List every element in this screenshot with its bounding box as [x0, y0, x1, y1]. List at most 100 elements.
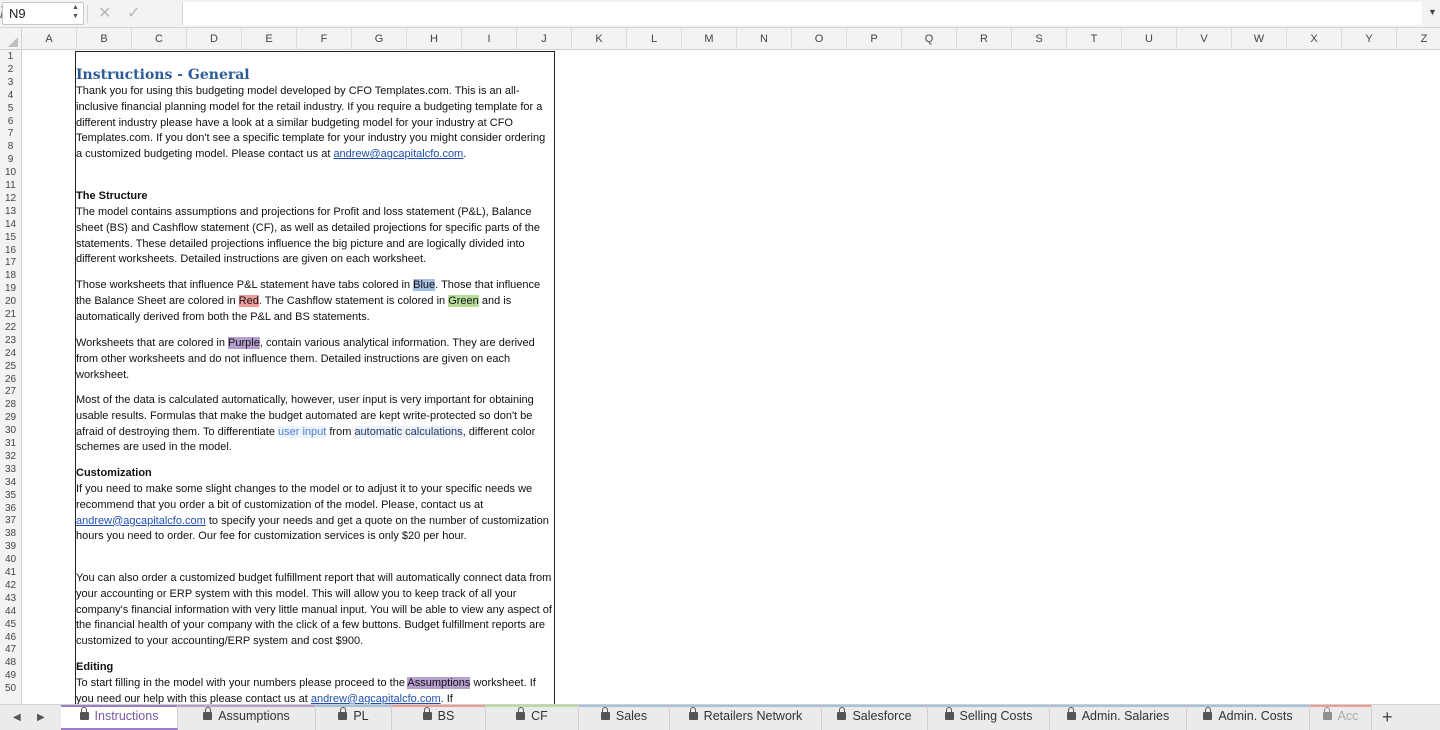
row-header-38[interactable]: 38: [0, 528, 21, 541]
row-header-6[interactable]: 6: [0, 116, 21, 129]
row-header-29[interactable]: 29: [0, 412, 21, 425]
column-header-t[interactable]: T: [1067, 28, 1122, 50]
cancel-icon[interactable]: ✕: [98, 3, 111, 23]
row-header-19[interactable]: 19: [0, 283, 21, 296]
column-header-a[interactable]: A: [22, 28, 77, 50]
row-header-16[interactable]: 16: [0, 245, 21, 258]
previous-sheet-icon[interactable]: ◀: [13, 712, 21, 723]
column-header-u[interactable]: U: [1122, 28, 1177, 50]
column-header-x[interactable]: X: [1287, 28, 1342, 50]
sheet-tab-admin-costs[interactable]: Admin. Costs: [1187, 705, 1310, 730]
row-header-43[interactable]: 43: [0, 593, 21, 606]
contact-email-link[interactable]: andrew@agcapitalcfo.com: [333, 148, 463, 160]
row-header-44[interactable]: 44: [0, 606, 21, 619]
row-header-37[interactable]: 37: [0, 515, 21, 528]
row-header-39[interactable]: 39: [0, 541, 21, 554]
row-header-2[interactable]: 2: [0, 64, 21, 77]
row-header-36[interactable]: 36: [0, 503, 21, 516]
row-header-48[interactable]: 48: [0, 657, 21, 670]
row-header-34[interactable]: 34: [0, 477, 21, 490]
column-header-c[interactable]: C: [132, 28, 187, 50]
row-header-35[interactable]: 35: [0, 490, 21, 503]
row-header-28[interactable]: 28: [0, 399, 21, 412]
row-header-13[interactable]: 13: [0, 206, 21, 219]
sheet-tab-assumptions[interactable]: Assumptions: [178, 705, 316, 730]
sheet-tab-admin-salaries[interactable]: Admin. Salaries: [1050, 705, 1187, 730]
column-header-i[interactable]: I: [462, 28, 517, 50]
column-header-l[interactable]: L: [627, 28, 682, 50]
column-header-z[interactable]: Z: [1397, 28, 1440, 50]
column-header-e[interactable]: E: [242, 28, 297, 50]
sheet-tab-acc[interactable]: Acc: [1310, 705, 1372, 730]
editing-email-link[interactable]: andrew@agcapitalcfo.com: [311, 693, 441, 704]
row-header-32[interactable]: 32: [0, 451, 21, 464]
column-header-n[interactable]: N: [737, 28, 792, 50]
row-header-42[interactable]: 42: [0, 580, 21, 593]
row-header-15[interactable]: 15: [0, 232, 21, 245]
row-header-33[interactable]: 33: [0, 464, 21, 477]
row-header-17[interactable]: 17: [0, 257, 21, 270]
row-header-46[interactable]: 46: [0, 632, 21, 645]
row-header-25[interactable]: 25: [0, 361, 21, 374]
sheet-tab-salesforce[interactable]: Salesforce: [822, 705, 928, 730]
row-header-26[interactable]: 26: [0, 374, 21, 387]
row-header-24[interactable]: 24: [0, 348, 21, 361]
row-header-41[interactable]: 41: [0, 567, 21, 580]
row-header-3[interactable]: 3: [0, 77, 21, 90]
row-header-1[interactable]: 1: [0, 51, 21, 64]
column-header-k[interactable]: K: [572, 28, 627, 50]
row-header-12[interactable]: 12: [0, 193, 21, 206]
row-header-50[interactable]: 50: [0, 683, 21, 696]
sheet-tab-retailers-network[interactable]: Retailers Network: [670, 705, 822, 730]
next-sheet-icon[interactable]: ▶: [37, 712, 45, 723]
row-header-9[interactable]: 9: [0, 154, 21, 167]
row-header-40[interactable]: 40: [0, 554, 21, 567]
column-header-v[interactable]: V: [1177, 28, 1232, 50]
row-header-20[interactable]: 20: [0, 296, 21, 309]
select-all-button[interactable]: [0, 28, 22, 50]
row-header-4[interactable]: 4: [0, 90, 21, 103]
row-header-27[interactable]: 27: [0, 386, 21, 399]
column-header-s[interactable]: S: [1012, 28, 1067, 50]
row-header-10[interactable]: 10: [0, 167, 21, 180]
sheet-tab-cf[interactable]: CF: [486, 705, 579, 730]
column-header-r[interactable]: R: [957, 28, 1012, 50]
sheet-tab-bs[interactable]: BS: [392, 705, 486, 730]
column-header-g[interactable]: G: [352, 28, 407, 50]
column-header-y[interactable]: Y: [1342, 28, 1397, 50]
column-header-q[interactable]: Q: [902, 28, 957, 50]
row-header-14[interactable]: 14: [0, 219, 21, 232]
column-header-j[interactable]: J: [517, 28, 572, 50]
row-header-21[interactable]: 21: [0, 309, 21, 322]
row-header-22[interactable]: 22: [0, 322, 21, 335]
row-header-11[interactable]: 11: [0, 180, 21, 193]
row-header-45[interactable]: 45: [0, 619, 21, 632]
column-header-m[interactable]: M: [682, 28, 737, 50]
sheet-tab-sales[interactable]: Sales: [579, 705, 670, 730]
column-header-w[interactable]: W: [1232, 28, 1287, 50]
column-header-d[interactable]: D: [187, 28, 242, 50]
sheet-tab-selling-costs[interactable]: Selling Costs: [928, 705, 1050, 730]
row-header-18[interactable]: 18: [0, 270, 21, 283]
row-header-49[interactable]: 49: [0, 670, 21, 683]
row-header-8[interactable]: 8: [0, 141, 21, 154]
column-header-p[interactable]: P: [847, 28, 902, 50]
name-box-stepper-icon[interactable]: ▲ ▼: [72, 3, 79, 21]
cell-grid[interactable]: Instructions - General Thank you for usi…: [22, 50, 1440, 704]
column-header-h[interactable]: H: [407, 28, 462, 50]
row-header-23[interactable]: 23: [0, 335, 21, 348]
enter-icon[interactable]: ✓: [127, 3, 140, 23]
row-header-5[interactable]: 5: [0, 103, 21, 116]
customization-email-link[interactable]: andrew@agcapitalcfo.com: [76, 515, 206, 527]
formula-input[interactable]: [182, 2, 1422, 25]
column-header-b[interactable]: B: [77, 28, 132, 50]
row-header-47[interactable]: 47: [0, 644, 21, 657]
column-header-f[interactable]: F: [297, 28, 352, 50]
row-header-31[interactable]: 31: [0, 438, 21, 451]
row-header-7[interactable]: 7: [0, 128, 21, 141]
sheet-tab-instructions[interactable]: Instructions: [61, 705, 178, 730]
row-header-30[interactable]: 30: [0, 425, 21, 438]
sheet-tab-pl[interactable]: PL: [316, 705, 392, 730]
column-header-o[interactable]: O: [792, 28, 847, 50]
add-sheet-button[interactable]: +: [1382, 707, 1393, 728]
